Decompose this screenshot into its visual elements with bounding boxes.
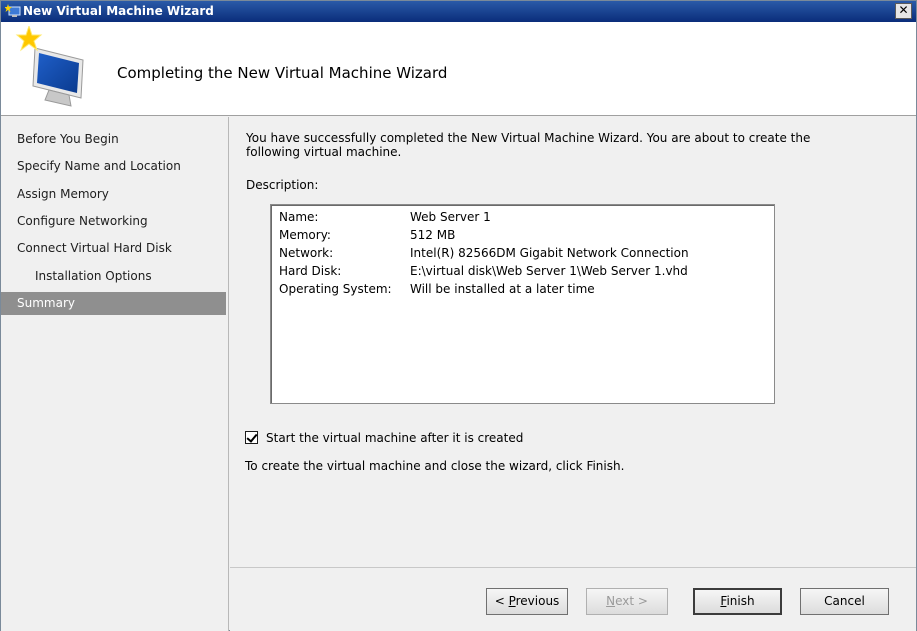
summary-key: Name: (279, 210, 319, 224)
completion-intro-text: You have successfully completed the New … (246, 131, 811, 159)
summary-value: Will be installed at a later time (410, 282, 595, 296)
cancel-button[interactable]: Cancel (800, 588, 889, 615)
next-button-label: ext > (615, 594, 648, 608)
previous-button[interactable]: < Previous (486, 588, 568, 615)
summary-key: Operating System: (279, 282, 392, 296)
nav-step-summary[interactable]: Summary (1, 292, 226, 315)
summary-key: Memory: (279, 228, 331, 242)
nav-step-specify-name-and-location[interactable]: Specify Name and Location (1, 155, 226, 178)
wizard-window: New Virtual Machine Wizard ✕ Completing … (0, 0, 917, 631)
summary-key: Network: (279, 246, 334, 260)
finish-button-label: inish (726, 594, 755, 608)
start-vm-checkbox-row[interactable]: Start the virtual machine after it is cr… (245, 431, 523, 445)
summary-key: Hard Disk: (279, 264, 342, 278)
title-bar[interactable]: New Virtual Machine Wizard ✕ (1, 1, 916, 22)
summary-value: E:\virtual disk\Web Server 1\Web Server … (410, 264, 688, 278)
summary-value: Intel(R) 82566DM Gigabit Network Connect… (410, 246, 689, 260)
description-box[interactable]: Name: Web Server 1 Memory: 512 MB Networ… (270, 204, 775, 404)
finish-instruction-text: To create the virtual machine and close … (245, 459, 625, 473)
start-vm-checkbox[interactable] (245, 431, 258, 444)
finish-button[interactable]: Finish (693, 588, 782, 615)
wizard-heading: Completing the New Virtual Machine Wizar… (117, 64, 448, 82)
window-title: New Virtual Machine Wizard (23, 4, 214, 18)
nav-step-assign-memory[interactable]: Assign Memory (1, 183, 226, 206)
start-vm-checkbox-label[interactable]: Start the virtual machine after it is cr… (266, 431, 523, 445)
wizard-steps-nav: Before You Begin Specify Name and Locati… (1, 117, 229, 631)
nav-step-before-you-begin[interactable]: Before You Begin (1, 128, 226, 151)
previous-button-accesskey: P (508, 594, 516, 608)
new-virtual-machine-icon (15, 24, 95, 110)
next-button[interactable]: Next > (586, 588, 668, 615)
description-label: Description: (246, 178, 319, 192)
next-button-accesskey: N (606, 594, 616, 608)
nav-step-connect-virtual-hard-disk[interactable]: Connect Virtual Hard Disk (1, 237, 226, 260)
nav-step-configure-networking[interactable]: Configure Networking (1, 210, 226, 233)
summary-page: You have successfully completed the New … (230, 117, 916, 567)
previous-button-label: revious (515, 594, 560, 608)
summary-value: 512 MB (410, 228, 456, 242)
summary-value: Web Server 1 (410, 210, 491, 224)
close-button[interactable]: ✕ (895, 3, 912, 19)
previous-button-prefix: < (494, 594, 509, 608)
nav-step-installation-options[interactable]: Installation Options (1, 265, 226, 288)
wizard-button-bar: < Previous Next > Finish Cancel (230, 567, 916, 631)
virtual-machine-app-icon (4, 4, 21, 19)
wizard-header: Completing the New Virtual Machine Wizar… (1, 22, 916, 116)
